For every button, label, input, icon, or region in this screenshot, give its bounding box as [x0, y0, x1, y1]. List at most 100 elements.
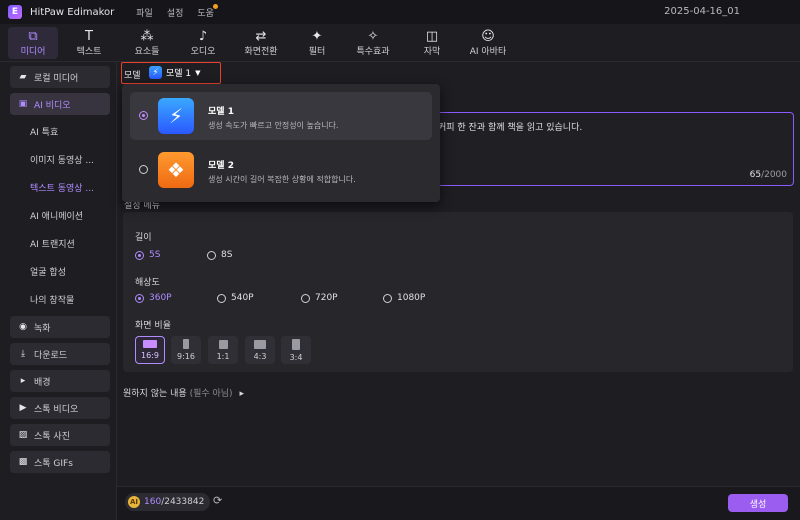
sidebar-item-label: AI 특효 [30, 127, 59, 138]
sidebar-item-label: 나의 창작물 [30, 295, 75, 306]
negative-prompt-hint: (필수 아님) [189, 389, 233, 399]
sidebar-item-stock-video[interactable]: ▶ 스톡 비디오 [10, 397, 110, 419]
menu-settings[interactable]: 설정 [167, 6, 184, 19]
effects-icon: ✧ [367, 28, 379, 44]
menu-help[interactable]: 도움 [197, 3, 218, 19]
sidebar-item-label: 스톡 비디오 [34, 404, 79, 415]
sidebar-item-record[interactable]: ◉ 녹화 [10, 316, 110, 338]
refresh-icon[interactable]: ⟳ [213, 494, 222, 507]
model-option-desc: 생성 속도가 빠르고 안정성이 높습니다. [208, 121, 339, 130]
sidebar-item-image-to-video[interactable]: 이미지 동영상 ... [10, 148, 110, 170]
ratio-shape-icon [183, 339, 189, 349]
sidebar-item-ai-effects[interactable]: AI 특효 [10, 120, 110, 142]
tab-audio[interactable]: ♪ 오디오 [178, 27, 228, 59]
sidebar-item-download[interactable]: ⤓ 다운로드 [10, 343, 110, 365]
resolution-option-label: 360P [149, 293, 172, 303]
sidebar-item-background[interactable]: ▸ 배경 [10, 370, 110, 392]
sidebar-item-stock-photo[interactable]: ▨ 스톡 사진 [10, 424, 110, 446]
ratio-option-label: 4:3 [253, 351, 267, 361]
menu-help-label: 도움 [197, 8, 214, 19]
ratio-option-label: 16:9 [141, 351, 159, 360]
ratio-option-9-16[interactable]: 9:16 [171, 336, 201, 364]
sidebar-item-stock-gifs[interactable]: ▩ 스톡 GIFs [10, 451, 110, 473]
generate-button[interactable]: 생성 [728, 494, 788, 512]
sidebar-item-label: 얼굴 합성 [30, 267, 66, 278]
tab-filter-label: 필터 [308, 46, 326, 57]
sidebar-item-label: AI 비디오 [34, 100, 71, 111]
sidebar-item-ai-transition[interactable]: AI 트랜지션 [10, 232, 110, 254]
resolution-option-1080p[interactable]: 1080P [383, 293, 425, 303]
ai-video-icon: ▣ [18, 99, 28, 109]
radio-dot [135, 293, 144, 303]
ratio-shape-icon [254, 339, 266, 349]
lightning-icon: ⚡ [158, 98, 194, 134]
ratio-option-label: 1:1 [216, 351, 230, 361]
length-option-5s[interactable]: 5S [135, 250, 160, 260]
sidebar-item-ai-animation[interactable]: AI 애니메이션 [10, 204, 110, 226]
sidebar-item-label: 로컬 미디어 [34, 73, 79, 84]
triangle-right-icon: ▸ [239, 389, 244, 399]
transition-icon: ⇄ [255, 28, 267, 44]
length-option-label: 8S [221, 250, 233, 260]
sidebar-item-face-swap[interactable]: 얼굴 합성 [10, 260, 110, 282]
sidebar-item-my-creations[interactable]: 나의 창작물 [10, 288, 110, 310]
prompt-count-value: 65 [749, 170, 762, 180]
prompt-count-max: /2000 [761, 170, 787, 180]
tab-ai-avatar-label: AI 아바타 [469, 46, 507, 57]
sidebar-item-label: 이미지 동영상 ... [30, 155, 94, 166]
notification-dot-icon [212, 3, 218, 9]
length-option-label: 5S [149, 250, 161, 260]
sidebar-item-text-to-video[interactable]: 텍스트 동영상 ... [10, 176, 110, 198]
prompt-textarea[interactable]: 커피 한 잔과 함께 책을 읽고 있습니다. 65/2000 [427, 112, 794, 186]
tab-filter[interactable]: ✦ 필터 [294, 27, 340, 59]
negative-prompt-label: 원하지 않는 내용 [123, 389, 187, 399]
tool-tabs: ⧉ 미디어 T 텍스트 ⁂ 요소들 ♪ 오디오 ⇄ 화면전환 ✦ 필터 ✧ 특수… [0, 24, 800, 62]
tab-text[interactable]: T 텍스트 [64, 27, 114, 59]
sidebar-item-label: AI 트랜지션 [30, 239, 75, 250]
resolution-option-720p[interactable]: 720P [301, 293, 338, 303]
sidebar: ▰ 로컬 미디어 ▣ AI 비디오 AI 특효 이미지 동영상 ... 텍스트 … [0, 62, 117, 520]
sidebar-item-local-media[interactable]: ▰ 로컬 미디어 [10, 66, 110, 88]
model-option-1[interactable]: ⚡ 모델 1 생성 속도가 빠르고 안정성이 높습니다. [130, 92, 432, 140]
length-option-8s[interactable]: 8S [207, 250, 232, 260]
media-icon: ⧉ [28, 28, 38, 44]
text-icon: T [85, 28, 93, 44]
resolution-option-label: 720P [315, 293, 338, 303]
sidebar-item-label: 스톡 사진 [34, 431, 70, 442]
tab-effects[interactable]: ✧ 특수효과 [346, 27, 400, 59]
model-option-2[interactable]: ❖ 모델 2 생성 시간이 길어 복잡한 상황에 적합합니다. [130, 146, 432, 194]
tab-effects-label: 특수효과 [356, 46, 390, 57]
coin-icon: AI [128, 496, 140, 508]
sidebar-item-label: 스톡 GIFs [34, 458, 73, 469]
tab-media[interactable]: ⧉ 미디어 [8, 27, 58, 59]
ratio-shape-icon [292, 338, 300, 350]
ratio-label: 화면 비율 [135, 321, 171, 331]
resolution-option-360p[interactable]: 360P [135, 293, 172, 303]
resolution-option-540p[interactable]: 540P [217, 293, 254, 303]
tab-elements[interactable]: ⁂ 요소들 [122, 27, 172, 59]
tab-elements-label: 요소들 [134, 46, 160, 57]
project-name: 2025-04-16_01 [664, 6, 740, 17]
play-circle-icon: ▶ [19, 403, 27, 413]
tab-subtitle[interactable]: ◫ 자막 [410, 27, 454, 59]
ratio-option-1-1[interactable]: 1:1 [208, 336, 238, 364]
sidebar-item-ai-video[interactable]: ▣ AI 비디오 [10, 93, 110, 115]
ratio-option-label: 9:16 [177, 352, 195, 361]
tab-ai-avatar[interactable]: ☺ AI 아바타 [460, 27, 516, 59]
menu-file[interactable]: 파일 [136, 6, 153, 19]
ratio-option-16-9[interactable]: 16:9 [135, 336, 165, 364]
model-option-name: 모델 1 [208, 107, 234, 117]
avatar-icon: ☺ [481, 28, 495, 44]
lightning-icon: ⚡ [149, 66, 162, 79]
folder-icon: ▰ [19, 72, 27, 82]
ratio-option-4-3[interactable]: 4:3 [245, 336, 275, 364]
tab-transition-label: 화면전환 [244, 46, 278, 57]
tab-transition[interactable]: ⇄ 화면전환 [234, 27, 288, 59]
resolution-option-label: 1080P [397, 293, 426, 303]
app-logo-icon: E [8, 5, 22, 19]
model-select[interactable]: ⚡ 모델 1 ▼ [149, 66, 201, 79]
ratio-option-3-4[interactable]: 3:4 [281, 336, 311, 364]
negative-prompt-toggle[interactable]: 원하지 않는 내용 (필수 아님) ▸ [123, 386, 244, 399]
tab-subtitle-label: 자막 [423, 46, 441, 57]
sidebar-item-label: 녹화 [34, 323, 51, 334]
